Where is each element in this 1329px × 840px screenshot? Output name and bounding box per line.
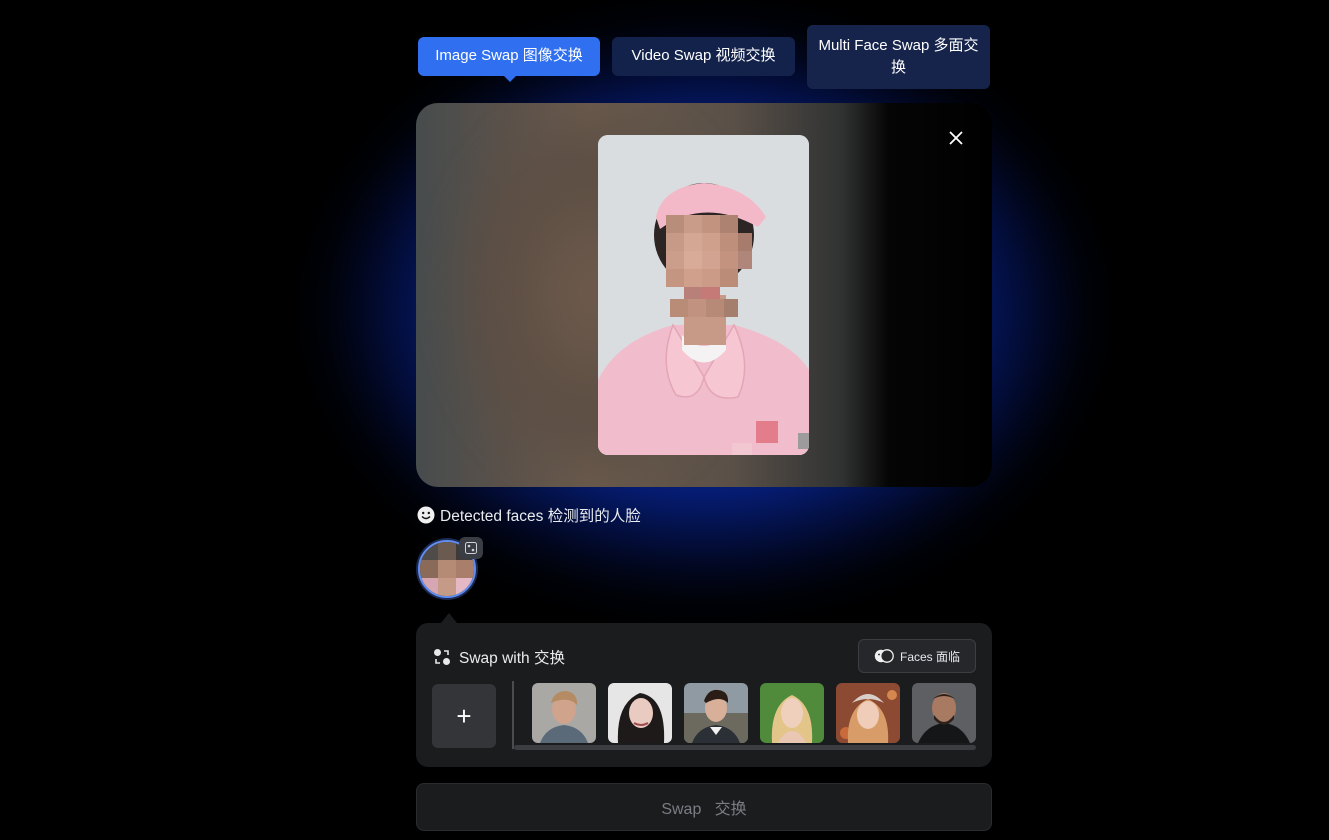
face-option-2[interactable] — [608, 683, 672, 743]
swap-faces-icon — [434, 649, 450, 665]
face-option-5[interactable] — [836, 683, 900, 743]
selection-caret — [441, 613, 457, 623]
add-face-button[interactable]: + — [432, 684, 496, 748]
portrait-image — [598, 135, 809, 455]
faces-button-label: Faces 面临 — [899, 649, 960, 664]
swap-button[interactable]: Swap 交换 — [416, 783, 992, 831]
uploaded-photo — [598, 135, 809, 455]
face-option-4[interactable] — [760, 683, 824, 743]
plus-icon: + — [456, 700, 472, 731]
swap-button-label: Swap 交换 — [661, 801, 747, 818]
image-preview — [416, 103, 992, 487]
faces-icon — [874, 649, 894, 663]
faces-button[interactable]: Faces 面临 — [858, 639, 976, 673]
swap-with-title: Swap with 交换 — [459, 650, 565, 667]
swap-with-panel: Swap with 交换 Faces 面临 + — [416, 623, 992, 767]
face-option-6[interactable] — [912, 683, 976, 743]
divider — [512, 681, 514, 749]
swap-with-header: Swap with 交换 — [433, 646, 565, 668]
tab-video-swap[interactable]: Video Swap 视频交换 — [612, 37, 795, 76]
face-option-3[interactable] — [684, 683, 748, 743]
face-option-1[interactable] — [532, 683, 596, 743]
detected-faces-header: Detected faces 检测到的人脸 — [417, 505, 641, 525]
face-badge-icon[interactable] — [459, 537, 483, 559]
face-gallery — [532, 683, 976, 745]
tab-multi-face-swap[interactable]: Multi Face Swap 多面交换 — [807, 25, 990, 89]
smile-icon — [417, 506, 435, 524]
gallery-scrollbar[interactable] — [514, 745, 976, 750]
tab-image-swap[interactable]: Image Swap 图像交换 — [418, 37, 600, 82]
detected-faces-label: Detected faces 检测到的人脸 — [440, 508, 641, 525]
close-icon[interactable] — [946, 129, 966, 149]
